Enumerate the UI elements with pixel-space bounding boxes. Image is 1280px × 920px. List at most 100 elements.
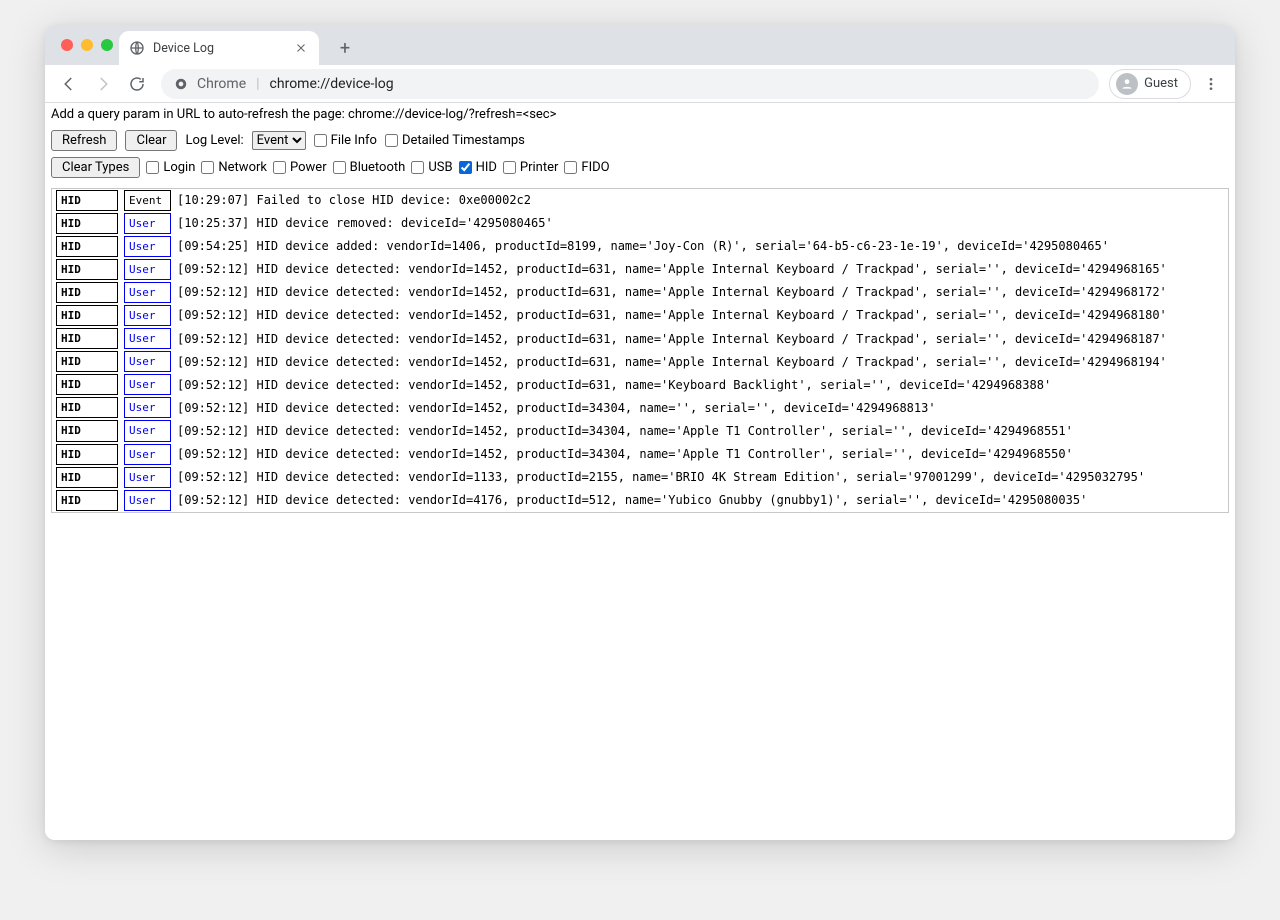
log-row: HID User [09:52:12] HID device detected: v…: [52, 350, 1228, 373]
log-level-tag: User: [124, 420, 171, 441]
log-message: [09:52:12] HID device detected: vendorId…: [177, 445, 1073, 464]
log-message: [09:52:12] HID device detected: vendorId…: [177, 353, 1167, 372]
type-filter-usb[interactable]: USB: [411, 160, 452, 175]
log-level-tag: User: [124, 259, 171, 280]
log-message: [09:52:12] HID device detected: vendorId…: [177, 376, 1051, 395]
log-message: [09:52:12] HID device detected: vendorId…: [177, 306, 1167, 325]
type-filter-hid[interactable]: HID: [459, 160, 497, 175]
back-button[interactable]: [55, 70, 83, 98]
window-minimize-button[interactable]: [81, 39, 93, 51]
type-filter-power[interactable]: Power: [273, 160, 327, 175]
forward-button[interactable]: [89, 70, 117, 98]
log-level-tag: User: [124, 282, 171, 303]
refresh-button[interactable]: Refresh: [51, 130, 117, 151]
reload-button[interactable]: [123, 70, 151, 98]
type-filter-checkbox-hid[interactable]: [459, 161, 472, 174]
log-message: [09:52:12] HID device detected: vendorId…: [177, 468, 1145, 487]
log-level-tag: User: [124, 213, 171, 234]
type-filter-label: Network: [218, 160, 267, 175]
url-separator: |: [256, 76, 259, 92]
window-maximize-button[interactable]: [101, 39, 113, 51]
type-filter-label: Bluetooth: [350, 160, 406, 175]
log-row: HID User [09:52:12] HID device detected: v…: [52, 281, 1228, 304]
tab-close-button[interactable]: [293, 40, 309, 56]
controls-row-1: Refresh Clear Log Level: Event File Info…: [45, 124, 1235, 153]
detailed-timestamps-checkbox[interactable]: [385, 134, 398, 147]
log-type-tag: HID: [56, 190, 118, 211]
log-row: HIDUser[09:54:25] HID device added: vend…: [52, 235, 1228, 258]
file-info-toggle[interactable]: File Info: [314, 133, 377, 148]
detailed-timestamps-toggle[interactable]: Detailed Timestamps: [385, 133, 525, 148]
log-message: [09:52:12] HID device detected: vendorId…: [177, 422, 1073, 441]
log-type-tag: HID: [56, 213, 118, 234]
log-row: HIDUser[09:52:12] HID device detected: v…: [52, 396, 1228, 419]
new-tab-button[interactable]: +: [331, 34, 359, 62]
log-type-tag: HID: [56, 420, 118, 441]
log-level-tag: User: [124, 374, 171, 395]
log-type-tag: HID: [56, 282, 118, 303]
log-row: HIDUser[10:25:37] HID device removed: de…: [52, 212, 1228, 235]
type-filter-checkbox-power[interactable]: [273, 161, 286, 174]
log-message: [09:52:12] HID device detected: vendorId…: [177, 399, 936, 418]
log-level-label: Log Level:: [185, 133, 243, 148]
globe-icon: [129, 40, 145, 56]
type-filter-fido[interactable]: FIDO: [564, 160, 609, 175]
address-bar[interactable]: Chrome | chrome://device-log: [161, 69, 1099, 99]
tab-title: Device Log: [153, 41, 214, 56]
log-type-tag: HID: [56, 328, 118, 349]
page-content: Add a query param in URL to auto-refresh…: [45, 103, 1235, 840]
clear-types-button[interactable]: Clear Types: [51, 157, 140, 178]
type-filter-network[interactable]: Network: [201, 160, 267, 175]
log-row: HID User [09:52:12] HID device detected: v…: [52, 419, 1228, 442]
browser-toolbar: Chrome | chrome://device-log Guest: [45, 65, 1235, 103]
log-message: [09:52:12] HID device detected: vendorId…: [177, 260, 1167, 279]
type-filter-checkbox-fido[interactable]: [564, 161, 577, 174]
log-row: HID User [09:52:12] HID device detected: v…: [52, 373, 1228, 396]
type-filter-checkbox-printer[interactable]: [503, 161, 516, 174]
window-close-button[interactable]: [61, 39, 73, 51]
log-type-tag: HID: [56, 351, 118, 372]
log-level-tag: Event: [124, 190, 171, 211]
type-filter-checkbox-bluetooth[interactable]: [333, 161, 346, 174]
type-filter-checkbox-usb[interactable]: [411, 161, 424, 174]
clear-button[interactable]: Clear: [125, 130, 177, 151]
log-message: [10:29:07] Failed to close HID device: 0…: [177, 191, 531, 210]
log-level-tag: User: [124, 467, 171, 488]
type-filter-label: Power: [290, 160, 327, 175]
type-filter-printer[interactable]: Printer: [503, 160, 559, 175]
log-type-tag: HID: [56, 259, 118, 280]
log-type-tag: HID: [56, 374, 118, 395]
log-message: [09:52:12] HID device detected: vendorId…: [177, 283, 1167, 302]
type-filter-login[interactable]: Login: [146, 160, 195, 175]
log-row: HIDUser[09:52:12] HID device detected: v…: [52, 443, 1228, 466]
log-level-tag: User: [124, 397, 171, 418]
log-row: HIDUser[09:52:12] HID device detected: v…: [52, 466, 1228, 489]
window-controls: [61, 39, 113, 51]
type-filter-checkbox-network[interactable]: [201, 161, 214, 174]
log-level-select[interactable]: Event: [252, 131, 306, 150]
log-table: HID Event [10:29:07] Failed to close HID d…: [51, 188, 1229, 513]
log-row: HIDUser[09:52:12] HID device detected: v…: [52, 304, 1228, 327]
type-filter-label: Login: [163, 160, 195, 175]
type-filter-bluetooth[interactable]: Bluetooth: [333, 160, 406, 175]
browser-window: Device Log + Chrome | chrome://device-lo…: [45, 25, 1235, 840]
log-level-tag: User: [124, 490, 171, 511]
log-type-tag: HID: [56, 490, 118, 511]
profile-chip[interactable]: Guest: [1109, 69, 1191, 99]
browser-menu-button[interactable]: [1197, 70, 1225, 98]
log-level-tag: User: [124, 351, 171, 372]
log-message: [09:54:25] HID device added: vendorId=14…: [177, 237, 1109, 256]
file-info-checkbox[interactable]: [314, 134, 327, 147]
log-row: HID User [09:52:12] HID device detected: v…: [52, 489, 1228, 512]
type-filter-label: USB: [428, 160, 452, 175]
log-message: [09:52:12] HID device detected: vendorId…: [177, 491, 1087, 510]
url-host: Chrome: [197, 76, 246, 92]
browser-tab[interactable]: Device Log: [119, 31, 319, 65]
type-filter-label: Printer: [520, 160, 559, 175]
log-row: HIDUser[09:52:12] HID device detected: v…: [52, 327, 1228, 350]
log-type-tag: HID: [56, 444, 118, 465]
hint-text: Add a query param in URL to auto-refresh…: [45, 103, 1235, 124]
type-filter-checkbox-login[interactable]: [146, 161, 159, 174]
log-level-tag: User: [124, 328, 171, 349]
log-row: HID User [09:52:12] HID device detected: v…: [52, 258, 1228, 281]
